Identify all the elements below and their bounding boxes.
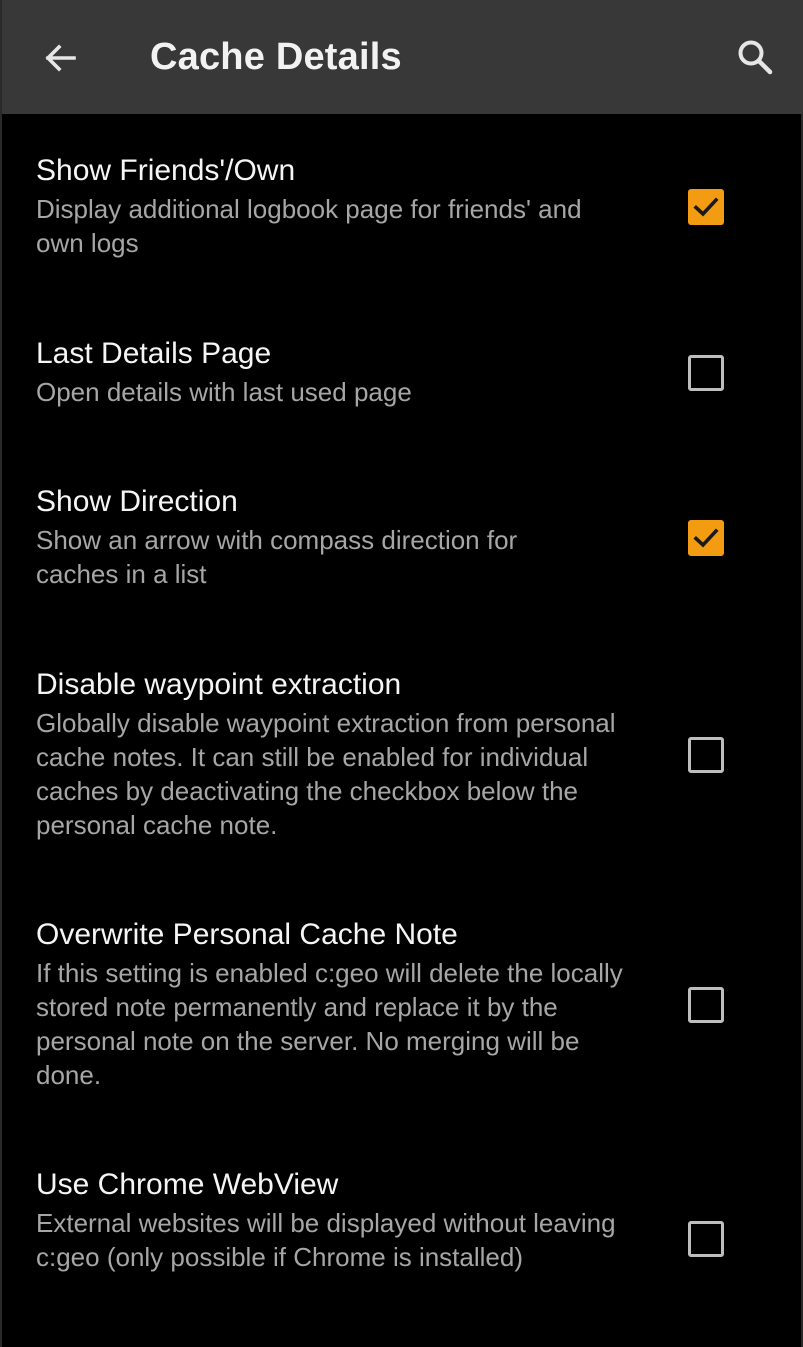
- pref-use-chrome-webview[interactable]: Use Chrome WebView External websites wil…: [2, 1166, 803, 1316]
- checkmark-icon: [693, 197, 719, 217]
- pref-title: Use Chrome WebView: [36, 1168, 339, 1201]
- search-button[interactable]: [724, 28, 786, 90]
- pref-summary: If this setting is enabled c:geo will de…: [36, 958, 623, 1090]
- pref-disable-waypoint-extraction[interactable]: Disable waypoint extraction Globally dis…: [2, 666, 803, 856]
- pref-show-friends-own[interactable]: Show Friends'/Own Display additional log…: [2, 152, 803, 282]
- pref-summary: Globally disable waypoint extraction fro…: [36, 708, 616, 840]
- pref-show-direction[interactable]: Show Direction Show an arrow with compas…: [2, 483, 803, 613]
- checkbox-disable-waypoint-extraction[interactable]: [688, 737, 724, 773]
- pref-title: Show Direction: [36, 485, 238, 518]
- pref-title: Disable waypoint extraction: [36, 668, 402, 701]
- pref-summary: Display additional logbook page for frie…: [36, 194, 582, 258]
- pref-summary: Show an arrow with compass direction for…: [36, 525, 518, 589]
- back-button[interactable]: [30, 30, 90, 90]
- pref-title: Show Friends'/Own: [36, 154, 296, 187]
- pref-title: Overwrite Personal Cache Note: [36, 918, 458, 951]
- pref-summary: External websites will be displayed with…: [36, 1208, 616, 1272]
- pref-overwrite-personal-cache-note[interactable]: Overwrite Personal Cache Note If this se…: [2, 916, 803, 1106]
- checkbox-use-chrome-webview[interactable]: [688, 1221, 724, 1257]
- app-toolbar: Cache Details: [2, 0, 803, 114]
- checkbox-show-direction[interactable]: [688, 520, 724, 556]
- pref-summary: Open details with last used page: [36, 377, 412, 407]
- checkbox-overwrite-personal-cache-note[interactable]: [688, 987, 724, 1023]
- page-title: Cache Details: [150, 36, 402, 78]
- pref-title: Last Details Page: [36, 337, 272, 370]
- search-icon: [735, 37, 775, 82]
- screen: Cache Details Show Friends'/Own Display …: [0, 0, 803, 1347]
- checkmark-icon: [693, 528, 719, 548]
- pref-last-details-page[interactable]: Last Details Page Open details with last…: [2, 335, 803, 425]
- checkbox-last-details-page[interactable]: [688, 355, 724, 391]
- arrow-left-icon: [40, 38, 80, 83]
- checkbox-show-friends-own[interactable]: [688, 189, 724, 225]
